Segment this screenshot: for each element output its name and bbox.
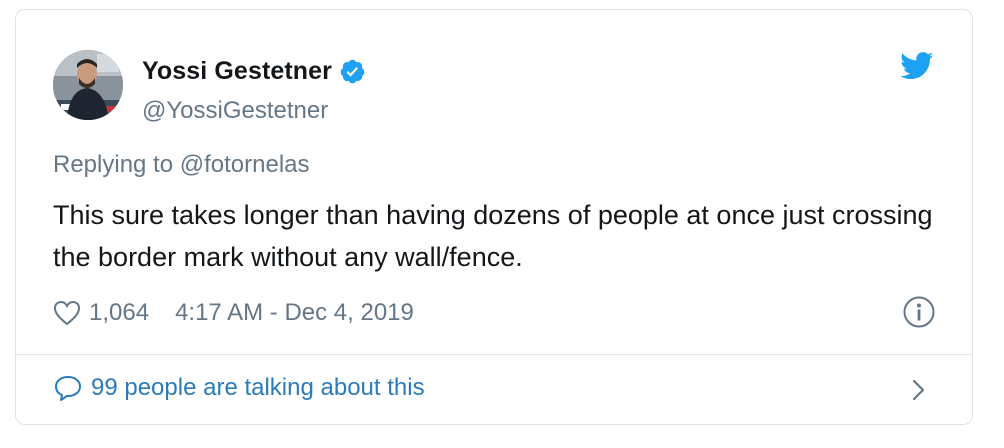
verified-badge-icon — [339, 58, 366, 85]
speech-bubble-icon — [53, 374, 83, 402]
conversation-label: 99 people are talking about this — [91, 374, 425, 401]
tweet-meta: 1,064 4:17 AM - Dec 4, 2019 — [53, 297, 414, 329]
tweet-text: This sure takes longer than having dozen… — [53, 200, 933, 272]
conversation-link[interactable]: 99 people are talking about this — [53, 372, 425, 404]
twitter-bird-icon[interactable] — [900, 52, 934, 80]
author-name[interactable]: Yossi Gestetner — [142, 57, 332, 86]
tweet-header: Yossi Gestetner @YossiGestetner — [53, 50, 933, 125]
divider — [16, 354, 972, 355]
tweet-card: Yossi Gestetner @YossiGestetner Replying… — [15, 9, 973, 425]
avatar[interactable] — [53, 50, 123, 120]
chevron-right-icon[interactable] — [909, 377, 929, 403]
name-row: Yossi Gestetner — [142, 56, 366, 86]
like-count[interactable]: 1,064 — [89, 299, 149, 327]
tweet-timestamp[interactable]: 4:17 AM - Dec 4, 2019 — [175, 299, 414, 327]
reply-mention-link[interactable]: @fotornelas — [180, 151, 310, 178]
replying-to-line: Replying to @fotornelas — [53, 151, 310, 179]
info-icon[interactable] — [902, 295, 936, 329]
author-handle[interactable]: @YossiGestetner — [142, 97, 328, 125]
replying-to-label: Replying to — [53, 151, 174, 178]
heart-icon[interactable] — [53, 300, 81, 326]
